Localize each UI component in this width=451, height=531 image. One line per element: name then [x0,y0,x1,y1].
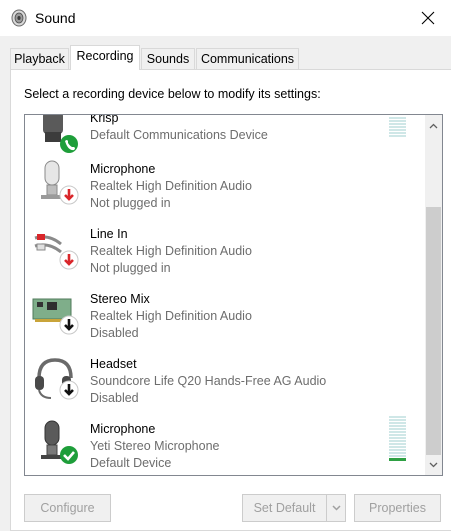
configure-button[interactable]: Configure [24,494,111,522]
scroll-up-button[interactable] [425,117,442,134]
list-item[interactable]: Line In Realtek High Definition Audio No… [25,216,417,281]
set-default-dropdown-button[interactable] [326,494,346,522]
instruction-text: Select a recording device below to modif… [24,87,321,101]
device-name: Stereo Mix [90,292,150,306]
vertical-scrollbar[interactable] [425,115,442,475]
speaker-icon [11,9,27,27]
device-name: Line In [90,227,128,241]
device-list[interactable]: Krisp Default Communications Device Micr… [24,114,443,476]
list-item[interactable]: Stereo Mix Realtek High Definition Audio… [25,281,417,346]
device-description: Soundcore Life Q20 Hands-Free AG Audio [90,374,327,388]
tab-sounds[interactable]: Sounds [141,48,195,69]
list-item[interactable]: Headset Soundcore Life Q20 Hands-Free AG… [25,346,417,411]
green-check-badge [60,446,78,464]
chevron-down-icon [331,505,341,511]
list-item[interactable]: Microphone Yeti Stereo Microphone Defaul… [25,411,417,475]
tab-playback[interactable]: Playback [10,48,69,69]
title-bar: Sound [0,0,451,36]
tab-recording[interactable]: Recording [70,45,140,70]
chevron-down-icon [429,462,438,467]
device-description: Realtek High Definition Audio [90,309,252,323]
sound-card-icon [32,298,79,335]
device-name: Krisp [90,115,119,125]
close-button[interactable] [405,0,451,36]
device-description: Realtek High Definition Audio [90,244,252,258]
window-title: Sound [35,10,76,26]
close-icon [421,11,435,25]
device-description: Default Communications Device [90,128,268,142]
device-status: Not plugged in [90,261,171,275]
list-item[interactable]: Microphone Realtek High Definition Audio… [25,151,417,216]
level-meter [389,416,406,462]
level-meter [389,117,406,138]
microphone-icon [41,160,79,205]
device-status: Disabled [90,391,139,405]
device-name: Microphone [90,422,156,436]
tab-communications[interactable]: Communications [196,48,299,69]
phone-headset-icon [43,115,78,153]
device-status: Not plugged in [90,196,171,210]
properties-button[interactable]: Properties [354,494,441,522]
rca-cable-icon [34,234,79,270]
device-name: Headset [90,357,137,371]
microphone-icon [41,420,78,464]
scroll-down-button[interactable] [425,456,442,473]
headset-icon [35,358,79,400]
device-description: Realtek High Definition Audio [90,179,252,193]
scroll-thumb[interactable] [426,207,441,455]
set-default-button[interactable]: Set Default [242,494,327,522]
device-status: Disabled [90,326,139,340]
device-status: Default Device [90,456,172,470]
device-description: Yeti Stereo Microphone [90,439,220,453]
chevron-up-icon [429,123,438,128]
device-name: Microphone [90,162,156,176]
